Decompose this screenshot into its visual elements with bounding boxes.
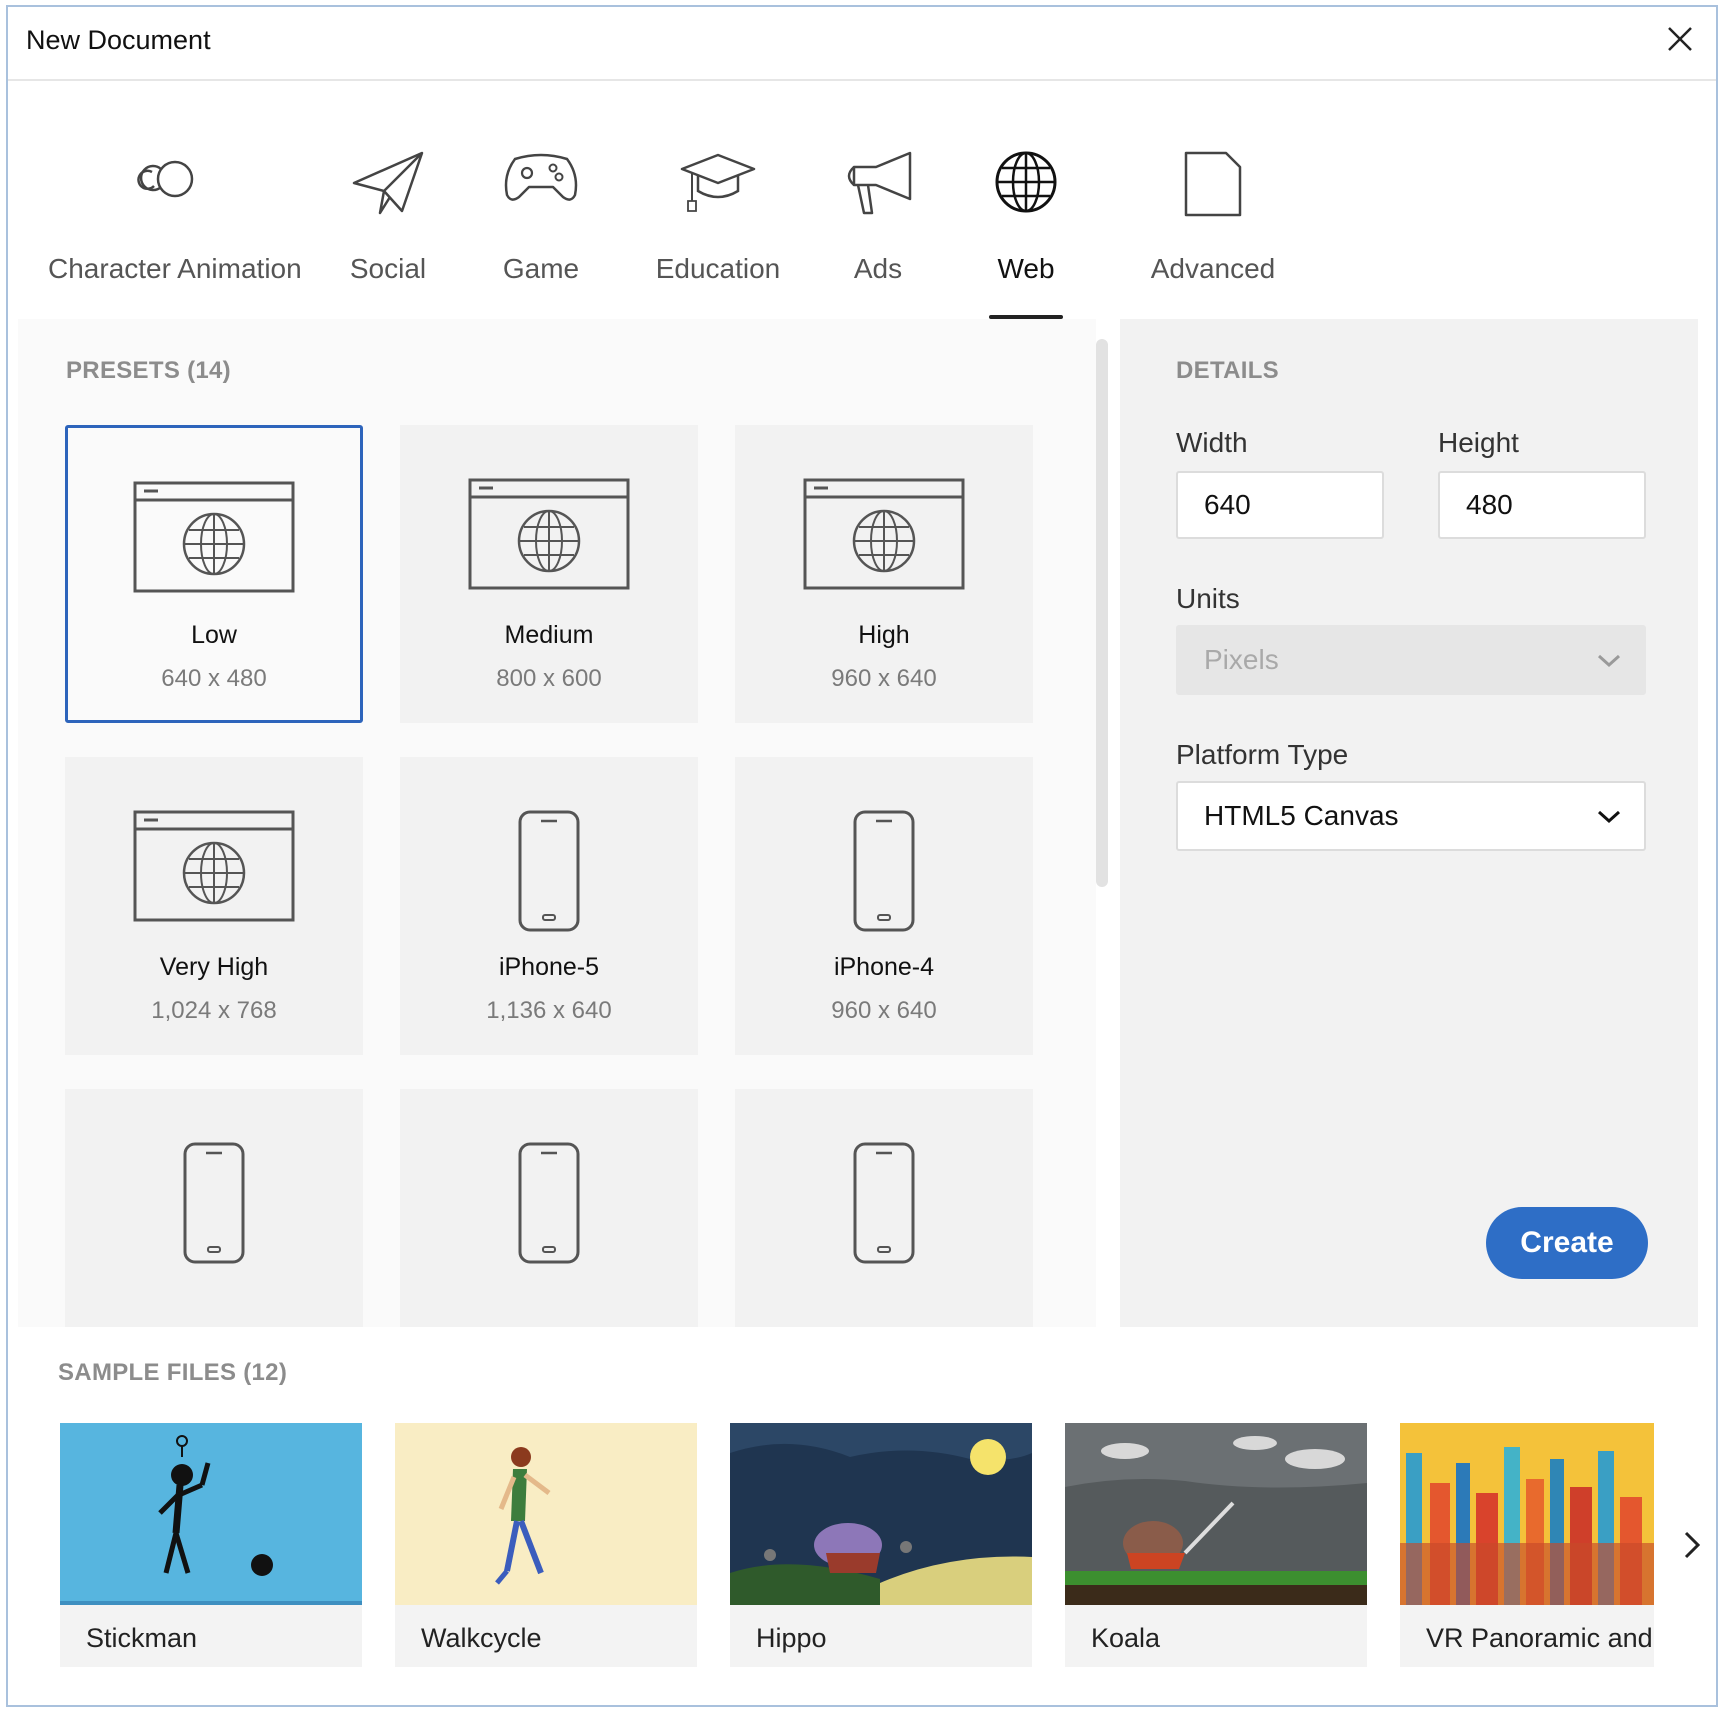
preset-card[interactable] (400, 1089, 698, 1327)
browser-globe-icon (803, 478, 965, 590)
sample-file-name: Walkcycle (421, 1623, 542, 1653)
tab-label: Ads (853, 253, 903, 284)
create-button[interactable]: Create (1486, 1207, 1648, 1279)
browser-globe-icon (133, 481, 295, 593)
preset-size: 800 x 600 (496, 665, 602, 692)
preset-card-iphone-5[interactable]: iPhone-5 1,136 x 640 (400, 757, 698, 1055)
height-label: Height (1438, 427, 1519, 458)
tab-social[interactable]: Social (338, 81, 438, 321)
platform-type-value: HTML5 Canvas (1204, 800, 1399, 831)
tab-education[interactable]: Education (638, 81, 798, 321)
presets-scrollbar[interactable] (1096, 339, 1108, 887)
koala-thumbnail (1065, 1423, 1367, 1605)
tab-label: Character Animation (48, 253, 302, 284)
hippo-thumbnail (730, 1423, 1032, 1605)
platform-type-label: Platform Type (1176, 739, 1349, 770)
category-tabs: Character Animation Social Game Educatio… (8, 81, 1716, 321)
tab-character-animation[interactable]: Character Animation (48, 81, 302, 321)
phone-icon (183, 1142, 245, 1264)
preset-card[interactable] (735, 1089, 1033, 1327)
preset-size: 960 x 640 (831, 997, 937, 1024)
tab-label: Advanced (1150, 253, 1276, 284)
preset-card-very-high[interactable]: Very High 1,024 x 768 (65, 757, 363, 1055)
preset-name: High (858, 621, 910, 649)
preset-size: 960 x 640 (831, 665, 937, 692)
character-animation-icon (137, 160, 194, 198)
preset-card-iphone-4[interactable]: iPhone-4 960 x 640 (735, 757, 1033, 1055)
sample-file-name: Koala (1091, 1623, 1161, 1653)
width-input[interactable]: 640 (1176, 471, 1384, 539)
units-value: Pixels (1204, 644, 1279, 675)
preset-size: 1,024 x 768 (151, 997, 277, 1024)
graduation-cap-icon (680, 153, 756, 212)
details-heading: DETAILS (1176, 357, 1279, 384)
walkcycle-thumbnail (395, 1423, 697, 1605)
height-input[interactable]: 480 (1438, 471, 1646, 539)
preset-card-low[interactable]: Low 640 x 480 (65, 425, 363, 723)
phone-icon (518, 1142, 580, 1264)
title-bar: New Document (8, 7, 1716, 81)
tab-advanced[interactable]: Advanced (1128, 81, 1298, 321)
units-label: Units (1176, 583, 1240, 614)
preset-name: Medium (504, 621, 594, 649)
preset-card-high[interactable]: High 960 x 640 (735, 425, 1033, 723)
width-label: Width (1176, 427, 1248, 458)
details-panel: DETAILS Width 640 Height 480 Units Pixel… (1120, 319, 1698, 1327)
preset-name: Low (191, 621, 237, 649)
sample-file-name: Stickman (86, 1623, 198, 1653)
close-icon[interactable] (1662, 21, 1698, 57)
tab-web[interactable]: Web (976, 81, 1076, 321)
chevron-down-icon (1597, 810, 1621, 824)
sample-file-vr-panoramic[interactable]: VR Panoramic and 3 (1400, 1423, 1654, 1667)
browser-globe-icon (133, 810, 295, 922)
browser-globe-icon (468, 478, 630, 590)
document-icon (1184, 151, 1242, 217)
sample-file-name: VR Panoramic and 3 (1426, 1623, 1654, 1653)
tab-game[interactable]: Game (486, 81, 596, 321)
phone-icon (518, 810, 580, 932)
preset-name: iPhone-4 (833, 953, 935, 981)
tab-ads[interactable]: Ads (828, 81, 928, 321)
new-document-dialog: New Document Character Animation Social (6, 5, 1718, 1707)
globe-icon (995, 151, 1057, 213)
sample-files-heading: SAMPLE FILES (12) (58, 1359, 288, 1386)
sample-file-stickman[interactable]: Stickman (60, 1423, 362, 1667)
platform-type-select[interactable]: HTML5 Canvas (1176, 781, 1646, 851)
paper-plane-icon (352, 151, 424, 215)
preset-card[interactable] (65, 1089, 363, 1327)
preset-name: iPhone-5 (498, 953, 600, 981)
tab-label: Game (502, 253, 580, 284)
preset-card-medium[interactable]: Medium 800 x 600 (400, 425, 698, 723)
presets-heading: PRESETS (14) (66, 357, 231, 384)
units-select: Pixels (1176, 625, 1646, 695)
phone-icon (853, 1142, 915, 1264)
tab-label: Web (997, 253, 1055, 284)
chevron-right-icon[interactable] (1676, 1525, 1708, 1565)
sample-file-koala[interactable]: Koala (1065, 1423, 1367, 1667)
megaphone-icon (847, 151, 912, 215)
vr-panoramic-thumbnail (1400, 1423, 1654, 1605)
preset-size: 640 x 480 (161, 665, 267, 692)
presets-panel: PRESETS (14) Low 640 x 480 Medium 800 x … (18, 319, 1096, 1327)
sample-file-hippo[interactable]: Hippo (730, 1423, 1032, 1667)
sample-file-name: Hippo (756, 1623, 827, 1653)
gamepad-icon (504, 153, 578, 201)
dialog-title: New Document (26, 25, 211, 55)
preset-size: 1,136 x 640 (486, 997, 612, 1024)
preset-name: Very High (159, 953, 269, 981)
stickman-thumbnail (60, 1423, 362, 1605)
sample-file-walkcycle[interactable]: Walkcycle (395, 1423, 697, 1667)
phone-icon (853, 810, 915, 932)
tab-label: Social (349, 253, 427, 284)
chevron-down-icon (1597, 654, 1621, 668)
tab-label: Education (655, 253, 781, 284)
